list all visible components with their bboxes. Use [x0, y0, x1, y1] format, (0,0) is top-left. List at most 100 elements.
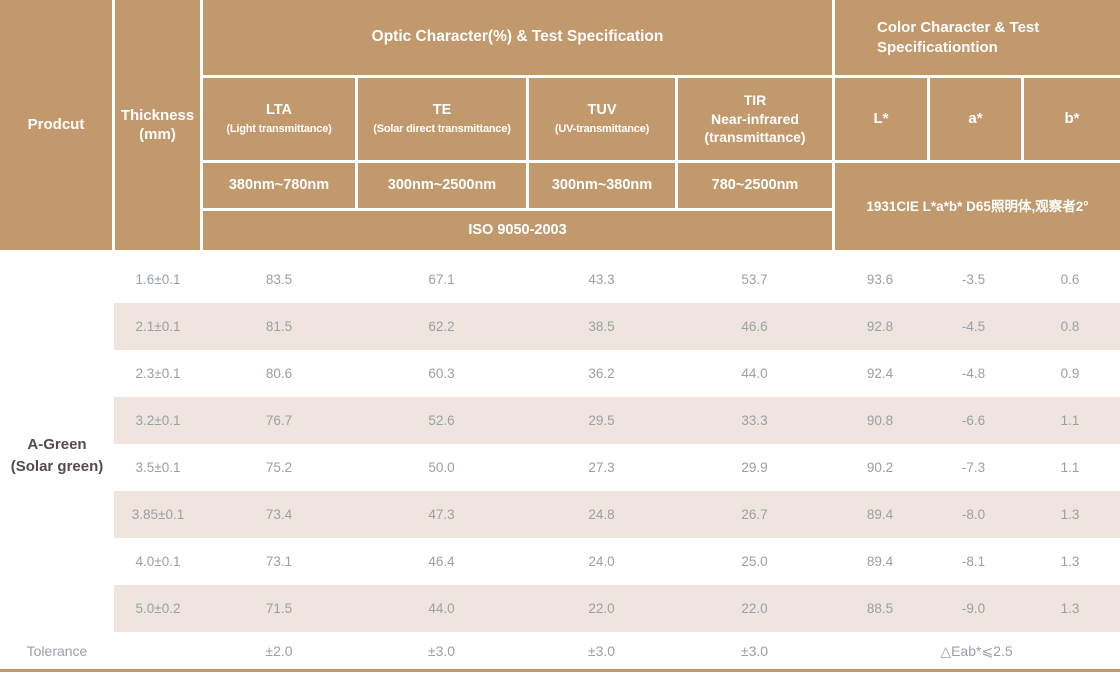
astar-cell: -7.3: [927, 460, 1020, 475]
thickness-cell: 3.5±0.1: [114, 460, 202, 475]
tolerance-lta: ±2.0: [202, 643, 356, 659]
lta-cell: 75.2: [202, 460, 356, 475]
header-col-tir: TIR Near-infrared (transmittance): [678, 78, 832, 160]
range-lta: 380nm~780nm: [203, 163, 355, 208]
bstar-cell: 1.1: [1020, 460, 1120, 475]
te-cell: 67.1: [356, 272, 527, 287]
thickness-cell: 1.6±0.1: [114, 272, 202, 287]
header-color-section: Color Character & Test Specificationtion: [835, 0, 1120, 75]
table-body: A-Green (Solar green) 1.6±0.1 83.5 67.1 …: [0, 256, 1120, 632]
lstar-cell: 89.4: [833, 507, 927, 522]
lstar-cell: 92.8: [833, 319, 927, 334]
lstar-cell: 93.6: [833, 272, 927, 287]
tir-cell: 29.9: [676, 460, 833, 475]
astar-cell: -8.0: [927, 507, 1020, 522]
astar-cell: -4.5: [927, 319, 1020, 334]
lta-cell: 76.7: [202, 413, 356, 428]
lstar-cell: 88.5: [833, 601, 927, 616]
te-cell: 44.0: [356, 601, 527, 616]
header-product: Prodcut: [0, 0, 112, 250]
col-title-lta: LTA: [266, 101, 292, 120]
range-te: 300nm~2500nm: [358, 163, 526, 208]
header-optic-section: Optic Character(%) & Test Specification: [203, 0, 832, 75]
lta-cell: 81.5: [202, 319, 356, 334]
tolerance-label: Tolerance: [0, 643, 114, 659]
tolerance-row: Tolerance ±2.0 ±3.0 ±3.0 ±3.0 △Eab*⩽2.5: [0, 634, 1120, 668]
iso-standard: ISO 9050-2003: [203, 211, 832, 250]
header-col-te: TE (Solar direct transmittance): [358, 78, 526, 160]
thickness-cell: 5.0±0.2: [114, 601, 202, 616]
tir-cell: 46.6: [676, 319, 833, 334]
tir-cell: 26.7: [676, 507, 833, 522]
astar-cell: -9.0: [927, 601, 1020, 616]
astar-cell: -6.6: [927, 413, 1020, 428]
table-row: 2.1±0.1 81.5 62.2 38.5 46.6 92.8 -4.5 0.…: [0, 303, 1120, 350]
table-row: 1.6±0.1 83.5 67.1 43.3 53.7 93.6 -3.5 0.…: [0, 256, 1120, 303]
astar-cell: -8.1: [927, 554, 1020, 569]
table-row: 4.0±0.1 73.1 46.4 24.0 25.0 89.4 -8.1 1.…: [0, 538, 1120, 585]
col-subtitle-tuv: (UV-transmittance): [555, 122, 649, 136]
thickness-cell: 3.85±0.1: [114, 507, 202, 522]
bstar-cell: 0.9: [1020, 366, 1120, 381]
table-header: Prodcut Thickness (mm) Optic Character(%…: [0, 0, 1120, 250]
tuv-cell: 24.0: [527, 554, 676, 569]
spec-table: Prodcut Thickness (mm) Optic Character(%…: [0, 0, 1120, 676]
bstar-cell: 0.8: [1020, 319, 1120, 334]
col-title-tuv: TUV: [588, 101, 617, 120]
header-col-tuv: TUV (UV-transmittance): [529, 78, 675, 160]
astar-cell: -3.5: [927, 272, 1020, 287]
te-cell: 62.2: [356, 319, 527, 334]
product-name: A-Green (Solar green): [0, 434, 114, 478]
astar-cell: -4.8: [927, 366, 1020, 381]
range-tuv: 300nm~380nm: [529, 163, 675, 208]
header-col-bstar: b*: [1024, 78, 1120, 160]
col-subtitle-te: (Solar direct transmittance): [373, 122, 510, 136]
lta-cell: 73.1: [202, 554, 356, 569]
lta-cell: 73.4: [202, 507, 356, 522]
lstar-cell: 90.2: [833, 460, 927, 475]
bstar-cell: 0.6: [1020, 272, 1120, 287]
te-cell: 60.3: [356, 366, 527, 381]
te-cell: 46.4: [356, 554, 527, 569]
table-row: 3.85±0.1 73.4 47.3 24.8 26.7 89.4 -8.0 1…: [0, 491, 1120, 538]
tir-cell: 22.0: [676, 601, 833, 616]
lstar-cell: 90.8: [833, 413, 927, 428]
table-row: 3.2±0.1 76.7 52.6 29.5 33.3 90.8 -6.6 1.…: [0, 397, 1120, 444]
te-cell: 50.0: [356, 460, 527, 475]
cie-note: 1931CIE L*a*b* D65照明体,观察者2°: [835, 163, 1120, 250]
lstar-cell: 92.4: [833, 366, 927, 381]
tuv-cell: 38.5: [527, 319, 676, 334]
header-col-astar: a*: [930, 78, 1021, 160]
col-subtitle-lta: (Light transmittance): [226, 122, 331, 136]
bstar-cell: 1.3: [1020, 601, 1120, 616]
tir-cell: 53.7: [676, 272, 833, 287]
tolerance-tuv: ±3.0: [527, 643, 676, 659]
thickness-cell: 2.3±0.1: [114, 366, 202, 381]
lta-cell: 71.5: [202, 601, 356, 616]
lta-cell: 83.5: [202, 272, 356, 287]
tuv-cell: 24.8: [527, 507, 676, 522]
header-col-lta: LTA (Light transmittance): [203, 78, 355, 160]
thickness-cell: 3.2±0.1: [114, 413, 202, 428]
table-bottom-border: [0, 669, 1120, 672]
bstar-cell: 1.3: [1020, 554, 1120, 569]
table-row: 2.3±0.1 80.6 60.3 36.2 44.0 92.4 -4.8 0.…: [0, 350, 1120, 397]
lta-cell: 80.6: [202, 366, 356, 381]
tolerance-tir: ±3.0: [676, 643, 833, 659]
col-title-tir: TIR Near-infrared (transmittance): [704, 91, 805, 148]
col-title-te: TE: [433, 101, 452, 120]
tuv-cell: 36.2: [527, 366, 676, 381]
tuv-cell: 22.0: [527, 601, 676, 616]
thickness-cell: 2.1±0.1: [114, 319, 202, 334]
tuv-cell: 29.5: [527, 413, 676, 428]
tuv-cell: 43.3: [527, 272, 676, 287]
te-cell: 47.3: [356, 507, 527, 522]
bstar-cell: 1.3: [1020, 507, 1120, 522]
tir-cell: 33.3: [676, 413, 833, 428]
range-tir: 780~2500nm: [678, 163, 832, 208]
table-row: 3.5±0.1 75.2 50.0 27.3 29.9 90.2 -7.3 1.…: [0, 444, 1120, 491]
tolerance-color: △Eab*⩽2.5: [833, 643, 1120, 660]
header-thickness: Thickness (mm): [115, 0, 200, 250]
tir-cell: 25.0: [676, 554, 833, 569]
tuv-cell: 27.3: [527, 460, 676, 475]
